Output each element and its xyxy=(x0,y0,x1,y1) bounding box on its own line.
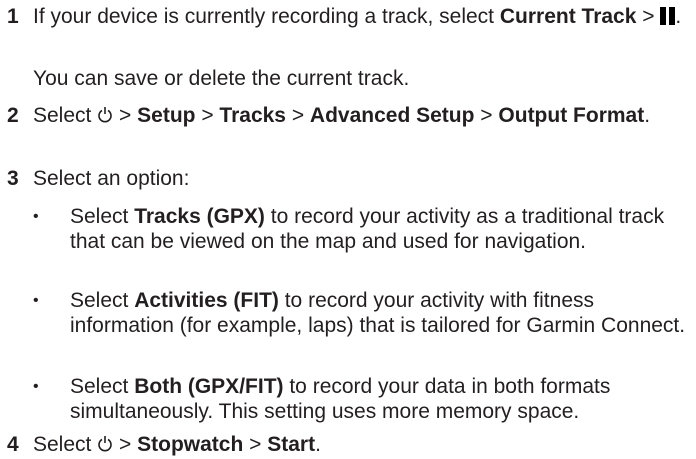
pause-icon xyxy=(660,7,676,25)
step-text: Select > Stopwatch > Start. xyxy=(33,432,682,457)
list-item: • Select Tracks (GPX) to record your act… xyxy=(33,204,686,284)
list-item: • Select Activities (FIT) to record your… xyxy=(33,288,686,368)
ui-path-stopwatch: Stopwatch xyxy=(137,433,244,456)
option-tracks-gpx: Tracks (GPX) xyxy=(134,205,265,228)
power-icon xyxy=(98,107,112,123)
step-number: 4 xyxy=(7,433,19,456)
path-separator: > xyxy=(113,104,138,127)
bullet-icon: • xyxy=(33,378,39,395)
step-text-part: . xyxy=(315,433,321,456)
bullet-text-part: Select xyxy=(70,375,135,398)
bullet-text: Select Tracks (GPX) to record your activ… xyxy=(70,204,686,254)
step-4: 4 Select > Stopwatch > Start. xyxy=(0,432,696,459)
list-item: • Select Both (GPX/FIT) to record your d… xyxy=(33,374,686,429)
step-text-part: Select xyxy=(33,104,98,127)
power-icon xyxy=(98,436,112,452)
step-number: 2 xyxy=(7,104,19,127)
bullet-icon: • xyxy=(33,292,39,309)
path-separator: > xyxy=(285,104,310,127)
step-text-part: If your device is currently recording a … xyxy=(33,5,500,28)
bullet-text-part: Select xyxy=(70,289,135,312)
ui-path-advanced-setup: Advanced Setup xyxy=(309,104,475,127)
step-text: Select > Setup > Tracks > Advanced Setup… xyxy=(33,103,682,128)
option-activities-fit: Activities (FIT) xyxy=(134,289,279,312)
step-number: 1 xyxy=(7,5,19,28)
step-note: You can save or delete the current track… xyxy=(33,67,410,90)
step-text: Select an option: xyxy=(33,167,190,190)
bullet-text: Select Activities (FIT) to record your a… xyxy=(70,288,686,338)
option-both-gpx-fit: Both (GPX/FIT) xyxy=(134,375,284,398)
step-text: If your device is currently recording a … xyxy=(33,4,682,29)
step-number: 3 xyxy=(7,167,19,190)
path-separator: > xyxy=(113,433,138,456)
path-separator: > xyxy=(474,104,499,127)
step-3: 3 Select an option: • Select Tracks (GPX… xyxy=(0,166,696,426)
ui-path-start: Start xyxy=(267,433,316,456)
path-separator: > xyxy=(243,433,268,456)
bullet-icon: • xyxy=(33,208,39,225)
bullet-text: Select Both (GPX/FIT) to record your dat… xyxy=(70,374,686,424)
step-text-part: Select xyxy=(33,433,98,456)
path-separator: > xyxy=(636,5,661,28)
ui-path-setup: Setup xyxy=(137,104,196,127)
path-separator: > xyxy=(195,104,220,127)
bullet-text-part: Select xyxy=(70,205,135,228)
ui-path-tracks: Tracks xyxy=(219,104,286,127)
step-1: 1 If your device is currently recording … xyxy=(0,4,696,99)
step-2: 2 Select > Setup > Tracks > Advanced Set… xyxy=(0,103,696,158)
step-text-part: . xyxy=(644,104,651,127)
instruction-page: 1 If your device is currently recording … xyxy=(0,0,696,459)
ui-path-current-track: Current Track xyxy=(499,5,637,28)
step-text-part: . xyxy=(675,5,682,28)
ui-path-output-format: Output Format xyxy=(498,104,645,127)
